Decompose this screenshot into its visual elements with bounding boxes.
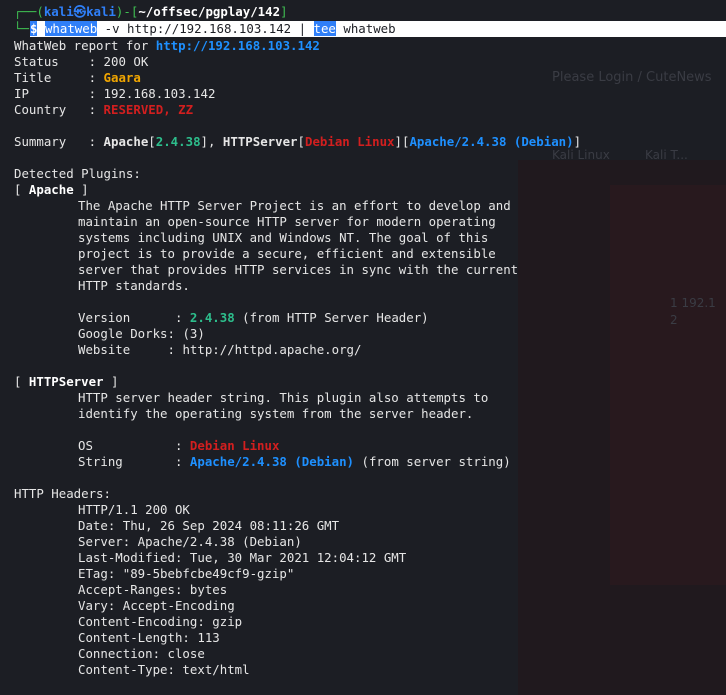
header-line: Vary: Accept-Encoding: [78, 598, 235, 613]
summary-apache: Apache: [103, 134, 149, 149]
country-label: Country :: [14, 102, 104, 117]
ip-label: IP :: [14, 86, 104, 101]
prompt-sep: )-[: [115, 4, 139, 19]
prompt-path: ~/offsec/pgplay/142: [138, 4, 281, 19]
headers-heading: HTTP Headers:: [14, 486, 111, 501]
plugin-apache-desc: systems including UNIX and Windows NT. T…: [78, 230, 489, 245]
prompt-line: ┌──(kali㉿kali)-[~/offsec/pgplay/142]: [14, 4, 288, 20]
status-label: Status :: [14, 54, 104, 69]
prompt-corner2-line: └─: [14, 21, 29, 37]
plugins-heading: Detected Plugins:: [14, 166, 141, 181]
apache-dorks-row: Google Dorks: (3): [78, 326, 205, 342]
summary-debian: Debian Linux: [305, 134, 395, 149]
country-value: RESERVED, ZZ: [103, 102, 194, 117]
header-line: Content-Encoding: gzip: [78, 614, 243, 629]
apache-website-row: Website : http://httpd.apache.org/: [78, 342, 361, 358]
header-line: Connection: close: [78, 646, 205, 661]
prompt-corner: ┌──(: [14, 4, 44, 19]
header-line: Server: Apache/2.4.38 (Debian): [78, 534, 302, 549]
summary-apache-version: 2.4.38: [155, 134, 201, 149]
summary-httpserver: HTTPServer: [222, 134, 298, 149]
apache-version-value: 2.4.38: [189, 310, 235, 325]
header-line: Last-Modified: Tue, 30 Mar 2021 12:04:12…: [78, 550, 407, 565]
report-url[interactable]: http://192.168.103.142: [156, 38, 320, 53]
command-tee: tee: [313, 21, 336, 36]
header-line: Accept-Ranges: bytes: [78, 582, 228, 597]
summary-label: Summary :: [14, 134, 104, 149]
plugin-apache-desc: project is to provide a secure, efficien…: [78, 246, 496, 261]
title-row: Title : Gaara: [14, 70, 141, 86]
httpserver-string-row: String : Apache/2.4.38 (Debian) (from se…: [78, 454, 511, 470]
title-value: Gaara: [103, 70, 141, 85]
plugin-httpserver-desc: HTTP server header string. This plugin a…: [78, 390, 489, 405]
httpserver-os-row: OS : Debian Linux: [78, 438, 279, 454]
status-row: Status : 200 OK: [14, 54, 148, 70]
country-row: Country : RESERVED, ZZ: [14, 102, 193, 118]
plugin-apache-desc: server that provides HTTP services in sy…: [78, 262, 519, 277]
header-line: Content-Length: 113: [78, 630, 220, 645]
prompt-end: ]: [280, 4, 288, 19]
header-line: HTTP/1.1 200 OK: [78, 502, 190, 517]
plugin-apache-title: [ Apache ]: [14, 182, 89, 197]
apache-dorks-value: (3): [182, 326, 205, 341]
status-value: 200 OK: [103, 54, 149, 69]
httpserver-string-value: Apache/2.4.38 (Debian): [189, 454, 355, 469]
plugin-apache-desc: The Apache HTTP Server Project is an eff…: [78, 198, 511, 213]
title-label: Title :: [14, 70, 104, 85]
command-whatweb: whatweb: [44, 21, 98, 36]
summary-apache-debian: Apache/2.4.38 (Debian): [409, 134, 574, 149]
ip-value: 192.168.103.142: [103, 86, 216, 101]
terminal[interactable]: ┌──(kali㉿kali)-[~/offsec/pgplay/142] └─ …: [0, 0, 726, 695]
apache-dorks-label: Google Dorks:: [78, 326, 183, 341]
plugin-httpserver-title: [ HTTPServer ]: [14, 374, 119, 389]
command-line[interactable]: $ whatweb -v http://192.168.103.142 | te…: [30, 21, 726, 37]
ip-row: IP : 192.168.103.142: [14, 86, 215, 102]
plugin-httpserver-name: HTTPServer: [28, 374, 104, 389]
plugin-apache-name: Apache: [28, 182, 74, 197]
command-flag: -v: [97, 21, 127, 36]
header-line: ETag: "89-5bebfcbe49cf9-gzip": [78, 566, 295, 581]
report-header-label: WhatWeb report for: [14, 38, 156, 53]
prompt-user: kali㉿kali: [43, 4, 116, 19]
apache-website-label: Website :: [78, 342, 183, 357]
command-url: http://192.168.103.142: [127, 21, 292, 36]
header-line: Date: Thu, 26 Sep 2024 08:11:26 GMT: [78, 518, 340, 533]
plugin-apache-desc: maintain an open-source HTTP server for …: [78, 214, 496, 229]
httpserver-string-note: (from server string): [354, 454, 511, 469]
apache-version-row: Version : 2.4.38 (from HTTP Server Heade…: [78, 310, 429, 326]
apache-version-label: Version :: [78, 310, 190, 325]
prompt-corner2: └─: [14, 21, 29, 36]
report-header: WhatWeb report for http://192.168.103.14…: [14, 38, 320, 54]
header-line: Content-Type: text/html: [78, 662, 250, 677]
command-pipe: |: [291, 21, 314, 36]
httpserver-os-value: Debian Linux: [189, 438, 280, 453]
apache-version-note: (from HTTP Server Header): [234, 310, 429, 325]
plugin-apache-desc: HTTP standards.: [78, 278, 190, 293]
command-file: whatweb: [335, 21, 396, 36]
apache-website-value[interactable]: http://httpd.apache.org/: [182, 342, 361, 357]
summary-row: Summary : Apache[2.4.38], HTTPServer[Deb…: [14, 134, 582, 149]
plugin-httpserver-desc: identify the operating system from the s…: [78, 406, 474, 421]
httpserver-os-label: OS :: [78, 438, 190, 453]
httpserver-string-label: String :: [78, 454, 190, 469]
